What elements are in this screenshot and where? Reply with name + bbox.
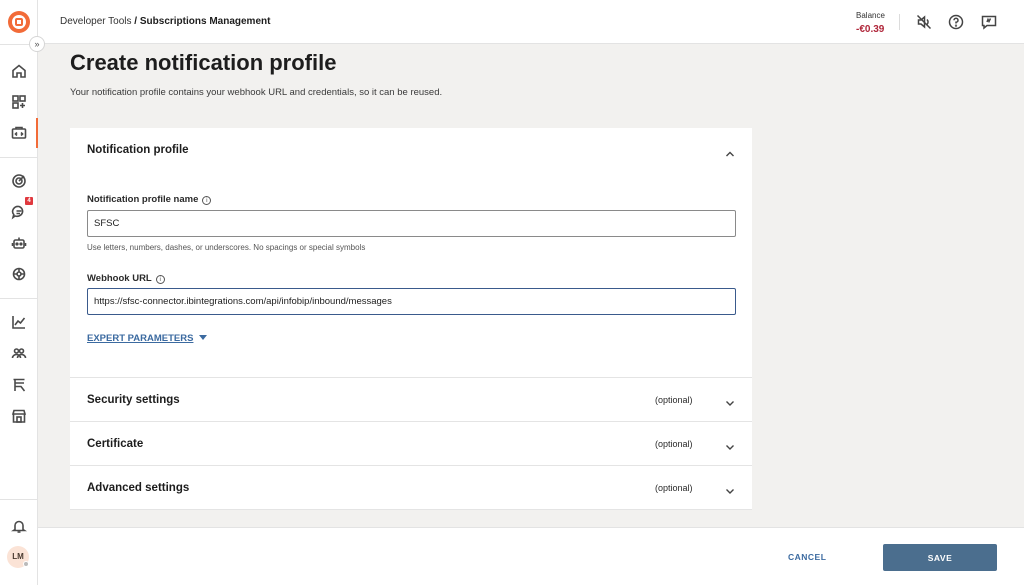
target-icon[interactable] — [9, 171, 29, 191]
reports-icon[interactable] — [9, 375, 29, 395]
info-icon[interactable]: i — [202, 196, 212, 205]
save-button[interactable]: SAVE — [883, 544, 997, 571]
apps-icon[interactable] — [9, 92, 29, 112]
section-title: Security settings — [87, 394, 180, 406]
header-divider — [899, 14, 900, 30]
presence-status-icon — [23, 561, 29, 567]
chevron-down-icon[interactable] — [725, 395, 735, 406]
profile-name-input[interactable] — [87, 210, 736, 237]
profile-name-label: Notification profile name i — [87, 194, 212, 205]
analytics-icon[interactable] — [9, 312, 29, 332]
optional-label: (optional) — [655, 483, 693, 493]
integrations-icon[interactable] — [9, 264, 29, 284]
active-nav-indicator — [36, 118, 38, 148]
profile-name-label-text: Notification profile name — [87, 194, 199, 205]
notification-profile-panel: Notification profile Notification profil… — [70, 128, 752, 378]
people-icon[interactable] — [9, 343, 29, 363]
chevron-up-icon[interactable] — [725, 146, 735, 157]
sidebar-divider — [0, 157, 38, 158]
breadcrumb-parent[interactable]: Developer Tools — [60, 16, 132, 27]
optional-label: (optional) — [655, 439, 693, 449]
sidebar: 4 LM — [0, 0, 38, 585]
bell-icon[interactable] — [9, 516, 29, 536]
expert-parameters-label: EXPERT PARAMETERS — [87, 333, 194, 344]
breadcrumb: Developer Tools / Subscriptions Manageme… — [60, 16, 270, 27]
webhook-url-label: Webhook URL i — [87, 273, 165, 284]
optional-label: (optional) — [655, 395, 693, 405]
security-settings-panel[interactable]: Security settings (optional) — [70, 378, 752, 422]
expand-sidebar-button[interactable]: » — [29, 36, 45, 52]
expert-parameters-link[interactable]: EXPERT PARAMETERS — [87, 333, 208, 344]
info-icon[interactable]: i — [155, 275, 165, 284]
balance-value[interactable]: -€0.39 — [856, 24, 884, 35]
bot-icon[interactable] — [9, 233, 29, 253]
page-title: Create notification profile — [70, 50, 337, 75]
advanced-settings-panel[interactable]: Advanced settings (optional) — [70, 466, 752, 510]
action-footer: CANCEL SAVE — [38, 527, 1024, 585]
section-title: Advanced settings — [87, 482, 190, 494]
breadcrumb-separator: / — [131, 16, 140, 27]
sound-muted-icon[interactable] — [916, 14, 932, 30]
top-header: Developer Tools / Subscriptions Manageme… — [38, 0, 1024, 44]
caret-down-icon — [199, 335, 208, 340]
webhook-url-input[interactable] — [87, 288, 736, 315]
balance-label: Balance — [856, 11, 885, 20]
sidebar-divider — [0, 298, 38, 299]
notification-badge: 4 — [25, 197, 33, 205]
section-title: Certificate — [87, 438, 144, 450]
marketplace-icon[interactable] — [9, 406, 29, 426]
certificate-panel[interactable]: Certificate (optional) — [70, 422, 752, 466]
chevron-down-icon[interactable] — [725, 439, 735, 450]
conversations-icon[interactable] — [9, 202, 29, 222]
profile-name-helper: Use letters, numbers, dashes, or undersc… — [87, 243, 366, 252]
chevron-down-icon[interactable] — [725, 483, 735, 494]
webhook-url-label-text: Webhook URL — [87, 273, 152, 284]
panel-title[interactable]: Notification profile — [87, 144, 189, 156]
page-subtitle: Your notification profile contains your … — [70, 87, 443, 98]
help-icon[interactable] — [948, 14, 964, 30]
breadcrumb-current: Subscriptions Management — [139, 16, 271, 27]
sidebar-divider — [0, 499, 38, 500]
brand-logo-icon[interactable] — [8, 11, 30, 33]
cancel-button[interactable]: CANCEL — [788, 552, 826, 562]
home-icon[interactable] — [9, 61, 29, 81]
feedback-icon[interactable] — [981, 14, 997, 30]
developer-tools-icon[interactable] — [9, 123, 29, 143]
